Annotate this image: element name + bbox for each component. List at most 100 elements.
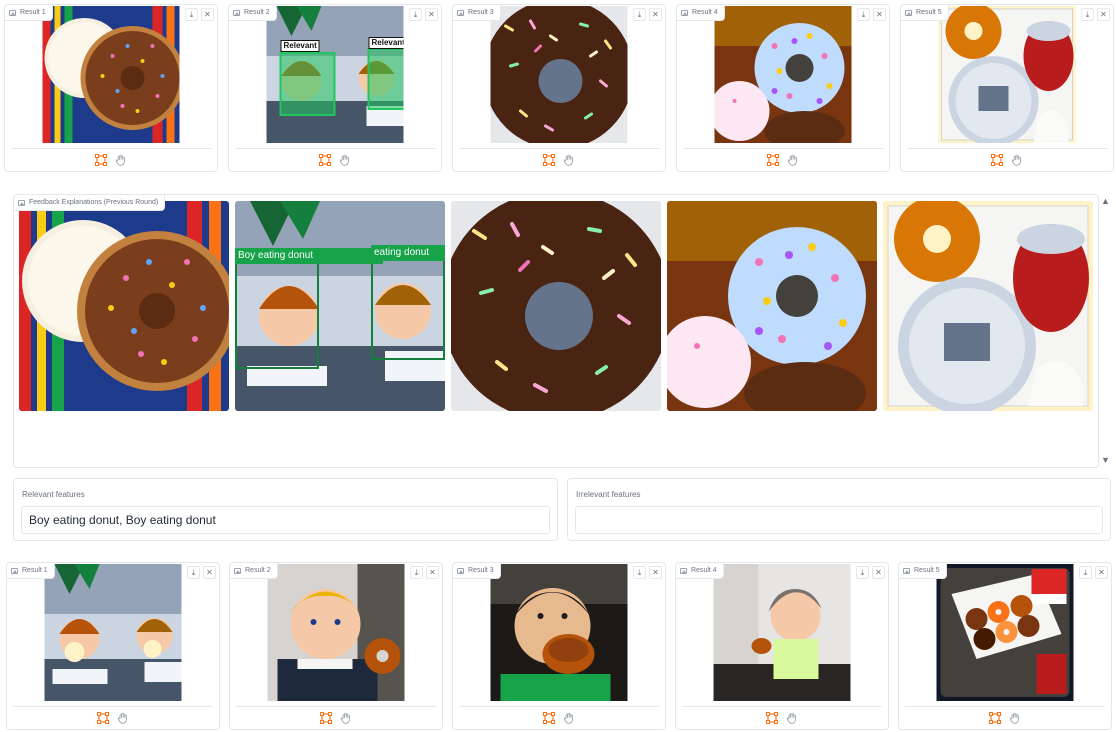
close-icon[interactable]: ✕ (426, 566, 439, 579)
result-card: Result 1 ⤓ ✕ (4, 4, 218, 172)
result-label: Result 5 (899, 563, 947, 579)
hand-icon[interactable] (785, 711, 799, 725)
result-image[interactable] (42, 6, 180, 143)
scroll-up-icon[interactable]: ▲ (1101, 196, 1110, 206)
result-image[interactable] (267, 564, 405, 701)
result-image[interactable]: Relevant Relevant (266, 6, 404, 143)
box-select-icon[interactable] (542, 153, 556, 167)
box-select-icon[interactable] (96, 711, 110, 725)
result-card: Result 4 ⤓ ✕ (675, 562, 889, 730)
download-icon[interactable]: ⤓ (410, 566, 423, 579)
close-icon[interactable]: ✕ (873, 8, 886, 21)
hand-icon[interactable] (1008, 711, 1022, 725)
result-label: Result 2 (229, 5, 277, 21)
hand-icon[interactable] (339, 711, 353, 725)
gallery-label-text: Feedback Explanations (Previous Round) (29, 199, 159, 206)
box-select-icon[interactable] (988, 711, 1002, 725)
result-label: Result 4 (676, 563, 724, 579)
image-icon (457, 567, 464, 574)
bottom-results-row: Result 1 ⤓ ✕ Result 2 ⤓ ✕ Result 3 ⤓ ✕ R… (4, 562, 1112, 730)
close-icon[interactable]: ✕ (425, 8, 438, 21)
image-icon (18, 199, 25, 206)
close-icon[interactable]: ✕ (1097, 8, 1110, 21)
explanation-label: eating donut (371, 245, 445, 261)
relevant-features-input[interactable] (21, 506, 550, 534)
result-image[interactable] (490, 564, 628, 701)
download-icon[interactable]: ⤓ (856, 566, 869, 579)
close-icon[interactable]: ✕ (1095, 566, 1108, 579)
result-label: Result 3 (453, 563, 501, 579)
result-image[interactable] (936, 564, 1074, 701)
close-icon[interactable]: ✕ (649, 8, 662, 21)
result-label-text: Result 1 (20, 9, 46, 16)
result-label: Result 4 (677, 5, 725, 21)
result-label-text: Result 3 (468, 567, 494, 574)
image-icon (11, 567, 18, 574)
box-select-icon[interactable] (765, 711, 779, 725)
image-icon (233, 9, 240, 16)
download-icon[interactable]: ⤓ (633, 566, 646, 579)
result-image[interactable] (714, 6, 852, 143)
download-icon[interactable]: ⤓ (409, 8, 422, 21)
image-icon (457, 9, 464, 16)
result-card: Result 5 ⤓ ✕ (898, 562, 1112, 730)
result-image[interactable] (938, 6, 1076, 143)
result-label-text: Result 2 (244, 9, 270, 16)
close-icon[interactable]: ✕ (203, 566, 216, 579)
box-select-icon[interactable] (766, 153, 780, 167)
result-card: Result 4 ⤓ ✕ (676, 4, 890, 172)
gallery-image[interactable] (883, 201, 1093, 411)
result-image[interactable] (713, 564, 851, 701)
gallery-image[interactable]: Boy eating donut eating donut (235, 201, 445, 411)
hand-icon[interactable] (338, 153, 352, 167)
feedback-gallery: Feedback Explanations (Previous Round) B… (13, 194, 1099, 468)
result-label: Result 2 (230, 563, 278, 579)
download-icon[interactable]: ⤓ (185, 8, 198, 21)
result-label-text: Result 4 (692, 9, 718, 16)
image-icon (903, 567, 910, 574)
image-icon (905, 9, 912, 16)
box-select-icon[interactable] (990, 153, 1004, 167)
close-icon[interactable]: ✕ (872, 566, 885, 579)
result-image[interactable] (490, 6, 628, 143)
image-icon (680, 567, 687, 574)
result-card: Result 2 ⤓ ✕ (229, 562, 443, 730)
irrelevant-features-label: Irrelevant features (576, 490, 641, 499)
box-select-icon[interactable] (94, 153, 108, 167)
result-label-text: Result 1 (22, 567, 48, 574)
result-label: Result 1 (5, 5, 53, 21)
result-label-text: Result 5 (916, 9, 942, 16)
box-select-icon[interactable] (318, 153, 332, 167)
hand-icon[interactable] (786, 153, 800, 167)
gallery-image[interactable] (19, 201, 229, 411)
relevant-features-panel: Relevant features (13, 478, 558, 541)
result-image[interactable] (44, 564, 182, 701)
result-label: Result 1 (7, 563, 55, 579)
top-results-row: Result 1 ⤓ ✕ Result 2 ⤓ ✕ Relevant Relev… (4, 4, 1114, 172)
relevant-box-label: Relevant (368, 37, 404, 49)
download-icon[interactable]: ⤓ (633, 8, 646, 21)
download-icon[interactable]: ⤓ (857, 8, 870, 21)
hand-icon[interactable] (562, 711, 576, 725)
box-select-icon[interactable] (319, 711, 333, 725)
irrelevant-features-input[interactable] (575, 506, 1103, 534)
hand-icon[interactable] (562, 153, 576, 167)
download-icon[interactable]: ⤓ (187, 566, 200, 579)
result-label-text: Result 5 (914, 567, 940, 574)
relevant-box-label: Relevant (280, 40, 320, 52)
download-icon[interactable]: ⤓ (1081, 8, 1094, 21)
relevant-features-label: Relevant features (22, 490, 85, 499)
gallery-image[interactable] (451, 201, 661, 411)
hand-icon[interactable] (1010, 153, 1024, 167)
hand-icon[interactable] (114, 153, 128, 167)
gallery-scrollbar[interactable]: ▲ ▼ (1099, 194, 1111, 468)
box-select-icon[interactable] (542, 711, 556, 725)
download-icon[interactable]: ⤓ (1079, 566, 1092, 579)
close-icon[interactable]: ✕ (201, 8, 214, 21)
result-card: Result 3 ⤓ ✕ (452, 562, 666, 730)
result-card: Result 3 ⤓ ✕ (452, 4, 666, 172)
gallery-image[interactable] (667, 201, 877, 411)
close-icon[interactable]: ✕ (649, 566, 662, 579)
hand-icon[interactable] (116, 711, 130, 725)
scroll-down-icon[interactable]: ▼ (1101, 455, 1110, 465)
